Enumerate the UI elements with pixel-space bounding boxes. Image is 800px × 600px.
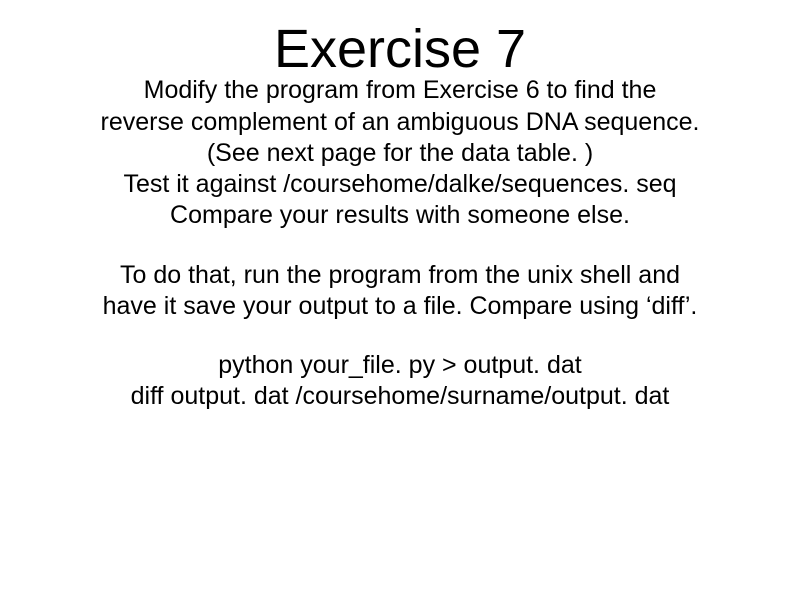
paragraph-howto: To do that, run the program from the uni…: [18, 260, 782, 323]
text-line: To do that, run the program from the uni…: [18, 260, 782, 291]
text-line: diff output. dat /coursehome/surname/out…: [18, 381, 782, 412]
text-line: python your_file. py > output. dat: [18, 350, 782, 381]
text-line: Modify the program from Exercise 6 to fi…: [18, 75, 782, 106]
slide-title: Exercise 7: [18, 20, 782, 79]
text-line: (See next page for the data table. ): [18, 138, 782, 169]
paragraph-instructions: Modify the program from Exercise 6 to fi…: [18, 75, 782, 231]
text-line: Test it against /coursehome/dalke/sequen…: [18, 169, 782, 200]
text-line: have it save your output to a file. Comp…: [18, 291, 782, 322]
text-line: Compare your results with someone else.: [18, 200, 782, 231]
slide: Exercise 7 Modify the program from Exerc…: [0, 0, 800, 600]
text-line: reverse complement of an ambiguous DNA s…: [18, 107, 782, 138]
paragraph-commands: python your_file. py > output. dat diff …: [18, 350, 782, 413]
